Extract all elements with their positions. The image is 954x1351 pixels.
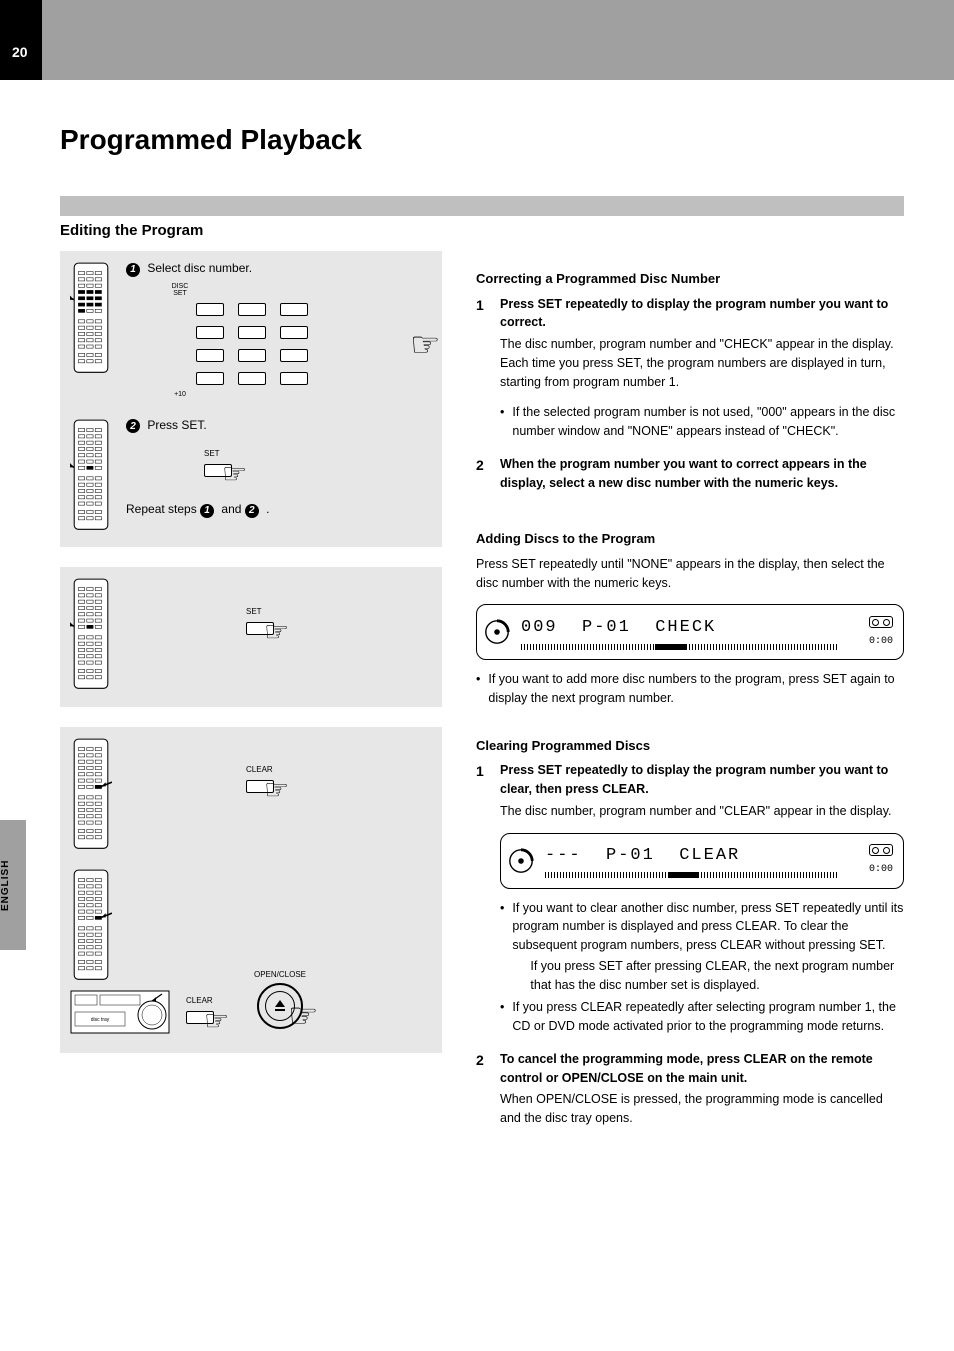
bullet-text: If you press CLEAR repeatedly after sele… (512, 998, 904, 1036)
lcd-prog: P-01 (606, 846, 655, 865)
body-text: The disc number, program number and "CLE… (500, 802, 904, 821)
lcd-progress-bar (521, 644, 839, 650)
lcd-prog: P-01 (582, 618, 631, 637)
remote-illustration (70, 868, 112, 984)
step-panel-add: SET ☜ (60, 567, 442, 707)
step-lead: Press SET repeatedly to display the prog… (500, 761, 904, 799)
body-text: The disc number, program number and "CHE… (500, 335, 904, 391)
numeric-keypad (196, 303, 430, 385)
key-6[interactable] (280, 326, 308, 339)
section-band (60, 196, 904, 216)
remote-illustration (70, 261, 112, 377)
pointing-hand-icon: ☜ (264, 773, 289, 806)
bullet-text: If you want to add more disc numbers to … (488, 670, 904, 708)
lcd-time: 0:00 (849, 862, 893, 877)
pointing-hand-icon: ☜ (410, 325, 440, 365)
step-number: 1 (476, 295, 492, 445)
remote-illustration (70, 737, 112, 853)
pointing-hand-icon: ☜ (264, 615, 289, 648)
body-text: When OPEN/CLOSE is pressed, the programm… (500, 1090, 904, 1128)
body-text: Press SET repeatedly until "NONE" appear… (476, 555, 904, 593)
plus10-label: +10 (166, 391, 194, 398)
key-7[interactable] (196, 349, 224, 362)
pointing-hand-icon: ☜ (204, 1004, 229, 1037)
step-number: 2 (476, 455, 492, 496)
key-9[interactable] (280, 349, 308, 362)
page-number: 20 (12, 44, 28, 60)
lcd-mode: CHECK (655, 618, 716, 637)
key-8[interactable] (238, 349, 266, 362)
section-title: Editing the Program (60, 222, 904, 239)
step-num-1-ref-icon: 1 (200, 504, 214, 518)
key-4[interactable] (196, 326, 224, 339)
pointing-hand-icon: ☜ (222, 457, 247, 490)
key-extra[interactable] (280, 372, 308, 385)
lcd-progress-bar (545, 872, 839, 878)
remote-illustration (70, 418, 112, 534)
lcd-display-clear: --- P-01 CLEAR 0:00 (500, 833, 904, 889)
disc-icon (507, 847, 535, 875)
bullet-icon: • (500, 899, 504, 995)
bullet-icon: • (500, 403, 504, 441)
page-title: Programmed Playback (60, 124, 904, 156)
open-close-label: OPEN/CLOSE (254, 970, 306, 979)
key-2[interactable] (238, 303, 266, 316)
remote-illustration (70, 577, 112, 693)
language-tab: ENGLISH (0, 820, 26, 950)
sub-heading-clear: Clearing Programmed Discs (476, 736, 904, 756)
step-panel-correct: 1 Select disc number. DISC SET (60, 251, 442, 547)
lcd-display-check: 009 P-01 CHECK 0:00 (476, 604, 904, 660)
step1-label: 1 Select disc number. (126, 261, 430, 277)
step-number: 1 (476, 761, 492, 1040)
step-panel-clear: CLEAR ☜ (60, 727, 442, 1053)
eject-icon (275, 1000, 285, 1007)
key-plus10[interactable] (196, 372, 224, 385)
repeat-instruction: Repeat steps 1 and 2 . (126, 502, 430, 518)
step-num-2-ref-icon: 2 (245, 504, 259, 518)
header-bar: 20 (0, 0, 954, 80)
page-corner (0, 0, 42, 80)
step-lead: Press SET repeatedly to display the prog… (500, 295, 904, 333)
step-number: 2 (476, 1050, 492, 1140)
bullet-icon: • (500, 998, 504, 1036)
disc-tray-label: disc tray (91, 1017, 110, 1023)
step-num-2-icon: 2 (126, 419, 140, 433)
sub-bullet-text: If you press SET after pressing CLEAR, t… (530, 957, 904, 995)
pointing-hand-icon: ☜ (288, 996, 318, 1036)
step-num-1-icon: 1 (126, 263, 140, 277)
step-lead: When the program number you want to corr… (500, 455, 904, 493)
bullet-text: If the selected program number is not us… (512, 403, 904, 441)
key-1[interactable] (196, 303, 224, 316)
tape-icon (869, 616, 893, 628)
lcd-disc-num: --- (545, 846, 582, 865)
sub-heading-add: Adding Discs to the Program (476, 529, 904, 549)
key-5[interactable] (238, 326, 266, 339)
lcd-mode: CLEAR (679, 846, 740, 865)
key-3[interactable] (280, 303, 308, 316)
sub-heading-correct: Correcting a Programmed Disc Number (476, 269, 904, 289)
tape-icon (869, 844, 893, 856)
bullet-text: If you want to clear another disc number… (512, 899, 904, 995)
step-lead: To cancel the programming mode, press CL… (500, 1050, 904, 1088)
lcd-disc-num: 009 (521, 618, 558, 637)
lcd-time: 0:00 (849, 634, 893, 649)
disc-icon (483, 618, 511, 646)
bullet-icon: • (476, 670, 480, 708)
key-0[interactable] (238, 372, 266, 385)
disc-set-label: DISC SET (166, 283, 194, 297)
step2-label: 2 Press SET. (126, 418, 430, 434)
